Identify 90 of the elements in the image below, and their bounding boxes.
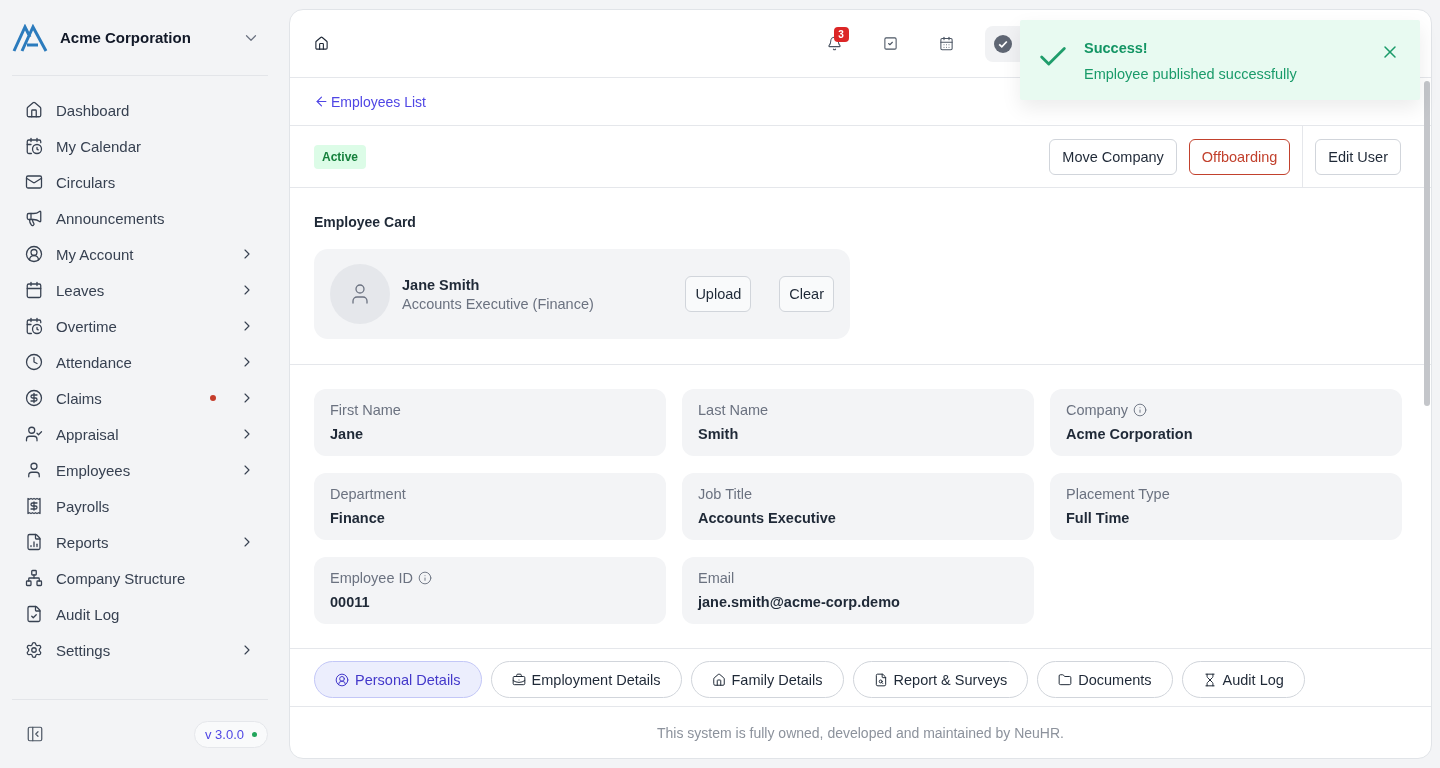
sidebar-item[interactable]: Appraisal [12, 416, 268, 452]
field-label: Company [1066, 401, 1129, 418]
field-value: jane.smith@acme-corp.demo [698, 593, 900, 612]
hourglass-icon [1202, 672, 1217, 687]
house-icon [711, 672, 726, 687]
field-value: Jane [330, 425, 364, 444]
version-text: v 3.0.0 [204, 726, 244, 742]
field-label: Placement Type [1066, 485, 1170, 502]
sidebar-item[interactable]: Dashboard [12, 92, 268, 128]
file-search-icon [873, 672, 888, 687]
receipt-icon [25, 497, 43, 515]
calendar-clock-icon [25, 137, 43, 155]
sidebar-item[interactable]: Reports [12, 524, 268, 560]
field-label: Employee ID [330, 569, 413, 586]
sidebar-item[interactable]: Payrolls [12, 488, 268, 524]
collapse-sidebar-button[interactable] [26, 725, 44, 743]
notifications-button[interactable]: 3 [806, 25, 862, 62]
info-icon[interactable] [1133, 402, 1148, 417]
sidebar-item[interactable]: Circulars [12, 164, 268, 200]
bell-icon [826, 36, 842, 51]
employee-name: Jane Smith [402, 276, 481, 293]
field-label: Email [698, 569, 735, 586]
dollar-circle-icon [25, 389, 43, 407]
employee-role: Accounts Executive (Finance) [402, 295, 595, 312]
tab[interactable]: Employment Details [490, 661, 682, 698]
info-icon[interactable] [418, 570, 432, 585]
clock-icon [25, 353, 43, 371]
tab[interactable]: Report & Surveys [852, 661, 1029, 698]
tab[interactable]: Family Details [690, 661, 844, 698]
user-circle-icon [25, 245, 43, 263]
panel-left-icon [26, 725, 44, 743]
sidebar-item[interactable]: My Calendar [12, 128, 268, 164]
sidebar-item[interactable]: My Account [12, 236, 268, 272]
user-check-icon [25, 425, 43, 443]
sidebar-item[interactable]: Employees [12, 452, 268, 488]
sidebar-item[interactable]: Claims [12, 380, 268, 416]
field-label: First Name [330, 401, 401, 418]
field-value: Full Time [1066, 509, 1130, 528]
check-circle-icon [994, 34, 1012, 53]
tab[interactable]: Audit Log [1181, 661, 1305, 698]
sidebar-item[interactable]: Company Structure [12, 560, 268, 596]
user-circle-icon [335, 672, 349, 687]
calendar-clock-icon [25, 317, 43, 335]
scrollbar-thumb[interactable] [1424, 81, 1430, 406]
sidebar-item[interactable]: Attendance [12, 344, 268, 380]
field-value: Finance [330, 509, 385, 528]
sidebar-item[interactable]: Audit Log [12, 596, 268, 632]
field-value: Smith [698, 425, 739, 444]
footer-text: This system is fully owned, developed and maintained by NeuHR. [657, 724, 1064, 741]
toast-title: Success! [1084, 40, 1148, 56]
tab[interactable]: Personal Details [314, 661, 482, 698]
tab[interactable]: Documents [1037, 661, 1173, 698]
section-title: Employee Card [314, 213, 416, 232]
photo-button[interactable]: Upload [685, 276, 752, 312]
field-value: 00011 [330, 593, 370, 612]
action-button[interactable]: Offboarding [1188, 138, 1291, 175]
home-button[interactable] [314, 36, 329, 51]
calendar-icon [25, 281, 43, 299]
sidebar-item[interactable]: Announcements [12, 200, 268, 236]
user-icon [25, 461, 43, 479]
toast-message: Employee published successfully [1084, 66, 1297, 82]
house-icon [25, 101, 43, 119]
photo-button[interactable]: Clear [779, 276, 834, 312]
notification-badge: 3 [833, 27, 849, 42]
network-icon [25, 569, 43, 587]
field-label: Department [330, 485, 406, 502]
sidebar-item[interactable]: Leaves [12, 272, 268, 308]
megaphone-icon [25, 209, 43, 227]
file-chart-icon [25, 533, 43, 551]
field-value: Accounts Executive [698, 509, 836, 528]
folder-icon [1058, 672, 1073, 687]
settings-icon [25, 641, 43, 659]
back-link[interactable]: Employees List [314, 93, 426, 110]
file-check-icon [25, 605, 43, 623]
sidebar-item[interactable]: Overtime [12, 308, 268, 344]
action-button[interactable]: Move Company [1049, 138, 1177, 175]
house-icon [314, 36, 329, 51]
sidebar-item[interactable]: Settings [12, 632, 268, 668]
action-button[interactable]: Edit User [1315, 138, 1401, 175]
field-label: Job Title [698, 485, 752, 502]
mail-icon [25, 173, 43, 191]
status-dot-icon [252, 731, 257, 737]
field-value: Acme Corporation [1066, 425, 1193, 444]
company-name: Acme Corporation [60, 29, 192, 46]
field-label: Last Name [698, 401, 769, 418]
check-square-icon [882, 36, 898, 51]
briefcase-icon [511, 672, 526, 687]
status-badge: Active [314, 144, 367, 169]
logo-icon [12, 23, 48, 52]
calendar-icon [938, 36, 954, 51]
